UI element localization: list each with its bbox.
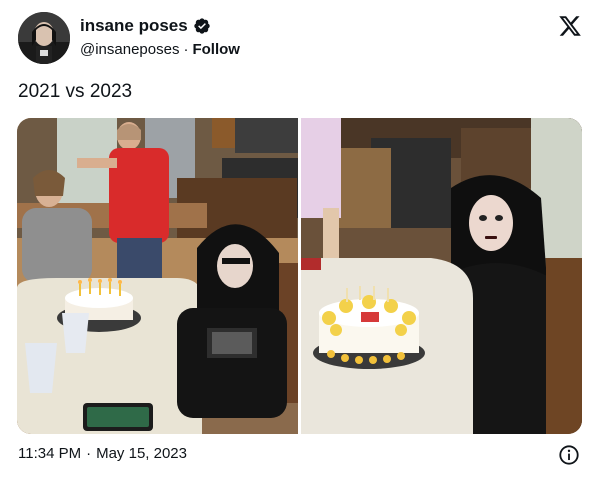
profile-avatar-icon: [18, 12, 70, 64]
tweet-card: insane poses @insaneposes · Follow 2021 …: [0, 0, 600, 484]
author-avatar[interactable]: [18, 12, 70, 64]
birthday-photo-right: [301, 118, 582, 434]
tweet-date: May 15, 2023: [96, 445, 187, 462]
author-display-name[interactable]: insane poses: [80, 16, 188, 36]
follow-button[interactable]: Follow: [192, 41, 240, 58]
x-logo-icon[interactable]: [558, 14, 582, 38]
author-name-row: insane poses: [80, 16, 211, 36]
photo-2021[interactable]: [17, 118, 298, 434]
birthday-photo-left: [17, 118, 298, 434]
timestamp-separator: ·: [86, 445, 92, 462]
verified-badge-icon: [193, 17, 211, 35]
info-icon[interactable]: [558, 444, 580, 466]
photo-2023[interactable]: [301, 118, 582, 434]
author-handle[interactable]: @insaneposes: [80, 41, 179, 58]
tweet-time: 11:34 PM: [18, 445, 82, 462]
media-grid: [17, 118, 582, 434]
tweet-text: 2021 vs 2023: [18, 81, 133, 102]
handle-separator: ·: [183, 41, 189, 58]
author-handle-row: @insaneposes · Follow: [80, 41, 240, 58]
tweet-timestamp[interactable]: 11:34 PM · May 15, 2023: [18, 445, 187, 462]
